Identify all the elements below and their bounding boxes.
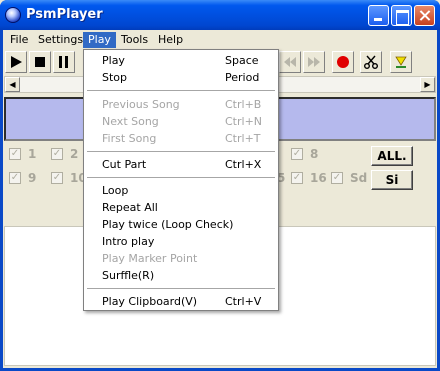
cut-button[interactable] — [360, 51, 382, 73]
marker-icon — [395, 56, 407, 68]
channel-checkbox-1[interactable]: ✓ — [9, 148, 21, 160]
menu-item-next-song[interactable]: Next Song Ctrl+N — [84, 113, 278, 130]
channel-checkbox-10[interactable]: ✓ — [51, 172, 63, 184]
all-button[interactable]: ALL. — [371, 146, 413, 166]
menu-help[interactable]: Help — [153, 32, 188, 48]
menu-separator — [87, 177, 275, 179]
menu-item-cut-part[interactable]: Cut Part Ctrl+X — [84, 156, 278, 173]
channel-checkbox-9[interactable]: ✓ — [9, 172, 21, 184]
menu-tools[interactable]: Tools — [116, 32, 153, 48]
skip-forward-button[interactable] — [303, 51, 325, 73]
menu-separator — [87, 288, 275, 290]
menu-item-intro-play[interactable]: Intro play — [84, 233, 278, 250]
record-button[interactable] — [332, 51, 354, 73]
play-icon — [11, 56, 22, 68]
window-title: PsmPlayer — [26, 7, 103, 22]
scissors-icon — [364, 55, 378, 69]
menu-item-play-twice[interactable]: Play twice (Loop Check) — [84, 216, 278, 233]
play-button[interactable] — [5, 51, 27, 73]
app-globe-icon — [5, 7, 21, 23]
menu-item-first-song[interactable]: First Song Ctrl+T — [84, 130, 278, 147]
close-button[interactable] — [414, 5, 435, 26]
record-icon — [337, 56, 349, 68]
maximize-button[interactable] — [391, 5, 412, 26]
marker-button[interactable] — [390, 51, 412, 73]
menu-settings[interactable]: Settings — [33, 32, 88, 48]
skip-back-icon — [284, 57, 296, 67]
channel-checkbox-2[interactable]: ✓ — [51, 148, 63, 160]
menu-separator — [87, 90, 275, 92]
channel-label: 1 — [28, 147, 37, 161]
channel-label: 16 — [310, 171, 327, 185]
menu-play[interactable]: Play — [83, 32, 116, 48]
channel-checkbox-8[interactable]: ✓ — [291, 148, 303, 160]
skip-forward-icon — [308, 57, 320, 67]
pause-icon — [59, 56, 68, 68]
minimize-button[interactable] — [368, 5, 389, 26]
title-bar[interactable]: PsmPlayer — [0, 0, 440, 30]
menu-item-play[interactable]: Play Space — [84, 52, 278, 69]
app-window: PsmPlayer File Settings Play Tools Help — [0, 0, 440, 371]
stop-button[interactable] — [29, 51, 51, 73]
channel-label: 9 — [28, 171, 37, 185]
menu-item-previous-song[interactable]: Previous Song Ctrl+B — [84, 96, 278, 113]
menu-item-surffle[interactable]: Surffle(R) — [84, 267, 278, 284]
menu-item-loop[interactable]: Loop — [84, 182, 278, 199]
scroll-right-icon[interactable]: ▶ — [420, 77, 435, 92]
si-button[interactable]: Si — [371, 170, 413, 190]
channel-checkbox-16[interactable]: ✓ — [291, 172, 303, 184]
menu-item-stop[interactable]: Stop Period — [84, 69, 278, 86]
channel-checkbox-sd[interactable]: ✓ — [331, 172, 343, 184]
menu-bar: File Settings Play Tools Help — [3, 30, 437, 49]
channel-label: 8 — [310, 147, 319, 161]
channel-label: 2 — [70, 147, 79, 161]
menu-file[interactable]: File — [5, 32, 33, 48]
stop-icon — [35, 57, 45, 67]
menu-item-play-clipboard[interactable]: Play Clipboard(V) Ctrl+V — [84, 293, 278, 310]
channel-label: Sd — [350, 171, 368, 185]
play-menu-dropdown: Play Space Stop Period Previous Song Ctr… — [83, 49, 279, 311]
pause-button[interactable] — [53, 51, 75, 73]
menu-item-repeat-all[interactable]: Repeat All — [84, 199, 278, 216]
scroll-left-icon[interactable]: ◀ — [5, 77, 20, 92]
skip-back-button[interactable] — [279, 51, 301, 73]
menu-separator — [87, 151, 275, 153]
menu-item-play-marker-point[interactable]: Play Marker Point — [84, 250, 278, 267]
